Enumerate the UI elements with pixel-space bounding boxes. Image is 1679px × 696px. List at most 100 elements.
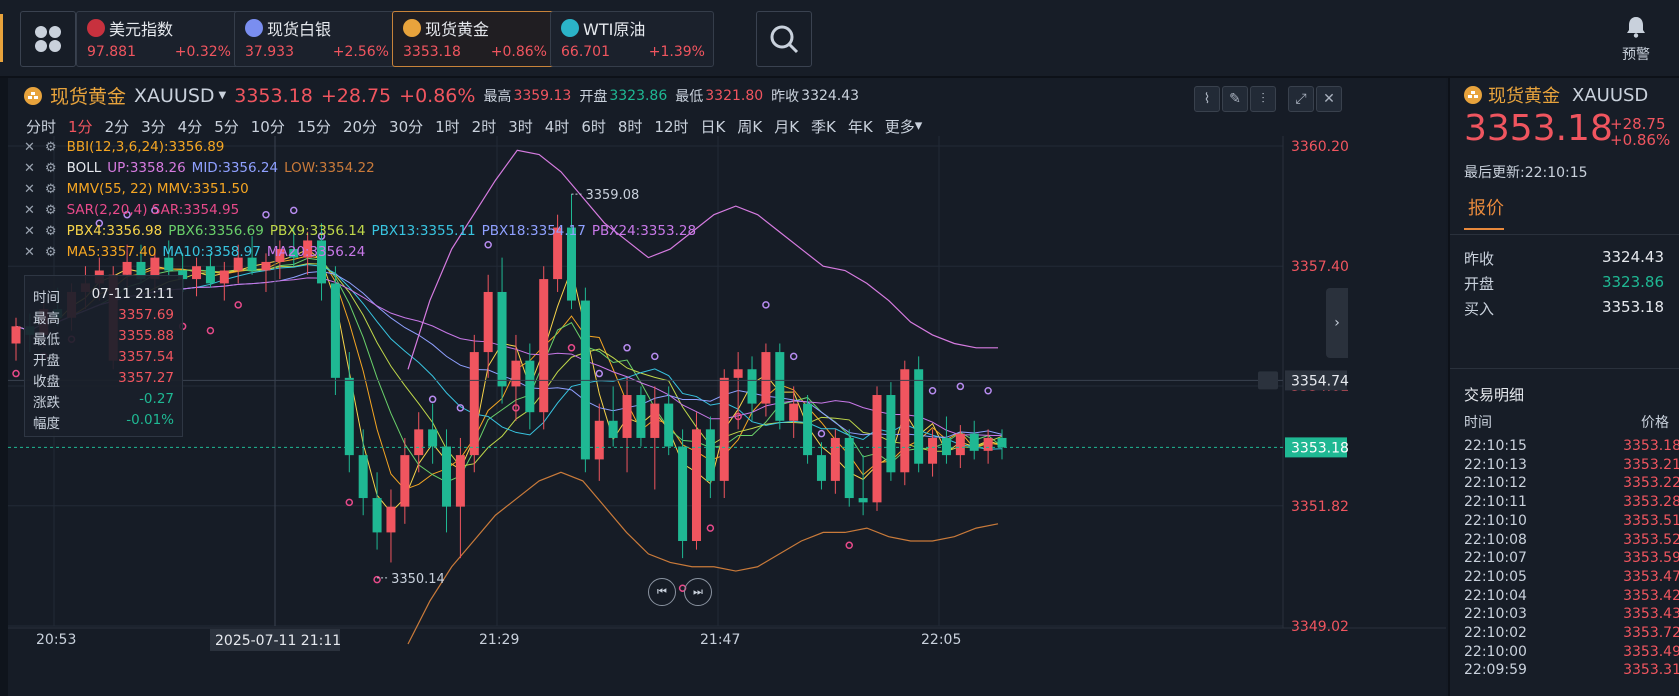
gear-icon[interactable]: ⚙ <box>45 140 57 155</box>
period-18[interactable]: 周K <box>737 116 762 137</box>
gear-icon[interactable]: ⚙ <box>45 224 57 239</box>
period-bar: 分时 1分 2分 3分 4分 5分 10分 15分 20分 30分 1时 2时 3时 4时 6时 8时 12时日… <box>26 116 934 137</box>
draw-tool-button[interactable]: ✎ <box>1222 86 1248 112</box>
period-22[interactable]: 更多 <box>885 116 915 137</box>
candle-body <box>344 377 354 456</box>
candle-body <box>733 369 743 378</box>
grid-menu-button[interactable] <box>20 11 76 67</box>
low-label: 最低 <box>675 88 704 105</box>
candle-body <box>469 352 479 456</box>
candlestick-chart[interactable]: 3360.203357.403354.613351.823349.023354.… <box>8 136 1446 696</box>
trade-price: 3353.47 <box>1623 568 1679 585</box>
grid-icon <box>35 26 61 52</box>
trade-price: 3353.22 <box>1623 475 1679 492</box>
indicator-value: SAR(2,20,4) SAR:3354.95 <box>66 202 240 218</box>
trade-price: 3353.21 <box>1623 456 1679 473</box>
period-15[interactable]: 8时 <box>618 116 643 137</box>
x-tick-label: 21:29 <box>479 632 519 648</box>
quote-title: 现货黄金 XAUUSD <box>1464 82 1648 108</box>
y-tick-label: 3351.82 <box>1291 499 1349 515</box>
tooltip-row: 时间 07-11 21:11 <box>33 286 174 306</box>
chevron-down-icon[interactable]: ▾ <box>915 116 923 137</box>
ticker-1[interactable]: 美元指数 97.881 +0.32% <box>76 11 240 67</box>
bell-icon <box>1627 17 1645 38</box>
gear-icon[interactable]: ⚙ <box>45 182 57 197</box>
next-button[interactable]: ⏭ <box>684 578 712 606</box>
period-3[interactable]: 3分 <box>141 116 166 137</box>
ticker-4[interactable]: WTI原油 66.701 +1.39% <box>550 11 714 67</box>
close-chart-button[interactable]: ✕ <box>1316 86 1342 112</box>
period-14[interactable]: 6时 <box>581 116 606 137</box>
close-icon[interactable]: ✕ <box>24 182 35 197</box>
indicator-row: ✕ ⚙ BBI(12,3,6,24):3356.89 <box>24 139 230 155</box>
close-icon[interactable]: ✕ <box>24 161 35 176</box>
quote-price: 3353.18 <box>1464 108 1613 149</box>
ticker-price: 37.933 <box>245 44 294 60</box>
tooltip-value: -0.27 <box>139 391 174 407</box>
period-16[interactable]: 12时 <box>654 116 688 137</box>
gear-icon[interactable]: ⚙ <box>45 203 57 218</box>
period-1[interactable]: 1分 <box>68 116 93 137</box>
candle-body <box>983 437 993 451</box>
trade-price: 3353.49 <box>1623 643 1679 660</box>
expand-button[interactable]: ⤢ <box>1288 86 1314 112</box>
search-button[interactable] <box>756 11 812 67</box>
period-0[interactable]: 分时 <box>26 116 56 137</box>
chart-instrument-symbol[interactable]: XAUUSD <box>134 85 215 107</box>
trades-header: 时间 价格 <box>1464 412 1679 432</box>
trade-row: 22:09:59 3353.31 <box>1464 662 1679 678</box>
close-icon[interactable]: ✕ <box>24 224 35 239</box>
ticker-2[interactable]: 现货白银 37.933 +2.56% <box>234 11 398 67</box>
tooltip-key: 时间 <box>33 290 60 306</box>
trade-row: 22:10:00 3353.49 <box>1464 644 1679 660</box>
candle-body <box>455 455 465 507</box>
period-8[interactable]: 20分 <box>343 116 377 137</box>
tooltip-row: 最低 3355.88 <box>33 328 174 348</box>
previous-button[interactable]: ⏮ <box>648 578 676 606</box>
period-12[interactable]: 3时 <box>508 116 533 137</box>
indicator-value: MA10:3358.97 <box>162 244 261 260</box>
period-21[interactable]: 年K <box>848 116 873 137</box>
tooltip-key: 幅度 <box>33 416 60 432</box>
gear-icon[interactable]: ⚙ <box>45 245 57 260</box>
alarm-button[interactable]: 预警 <box>1616 16 1656 64</box>
period-5[interactable]: 5分 <box>214 116 239 137</box>
period-9[interactable]: 30分 <box>389 116 423 137</box>
candle-tool-button[interactable]: ⫶ <box>1250 86 1276 112</box>
trade-row: 22:10:05 3353.47 <box>1464 569 1679 585</box>
trade-price: 3353.59 <box>1623 550 1679 567</box>
period-13[interactable]: 4时 <box>545 116 570 137</box>
collapse-panel-button[interactable]: › <box>1326 288 1348 358</box>
period-20[interactable]: 季K <box>811 116 836 137</box>
period-17[interactable]: 日K <box>701 116 726 137</box>
trade-price: 3353.51 <box>1623 512 1679 529</box>
period-4[interactable]: 4分 <box>178 116 203 137</box>
indicator-value: PBX24:3353.28 <box>591 223 697 239</box>
trade-row: 22:10:10 3353.51 <box>1464 513 1679 529</box>
gear-icon[interactable]: ⚙ <box>45 161 57 176</box>
gold-icon <box>403 19 421 37</box>
low-value: 3321.80 <box>705 87 764 104</box>
period-19[interactable]: 月K <box>774 116 799 137</box>
candlestick-icon: ⫶ <box>1261 91 1265 107</box>
trade-time: 22:10:02 <box>1464 625 1527 641</box>
trade-time: 22:10:04 <box>1464 587 1527 604</box>
close-icon[interactable]: ✕ <box>24 245 35 260</box>
x-tick-label: 20:53 <box>36 632 76 648</box>
period-7[interactable]: 15分 <box>297 116 331 137</box>
trade-row: 22:10:08 3353.52 <box>1464 532 1679 548</box>
close-icon[interactable]: ✕ <box>24 203 35 218</box>
period-11[interactable]: 2时 <box>472 116 497 137</box>
chevron-down-icon[interactable]: ▼ <box>219 90 227 101</box>
candle-body <box>747 369 757 404</box>
close-icon[interactable]: ✕ <box>24 140 35 155</box>
skip-back-icon: ⏮ <box>657 585 667 598</box>
line-tool-button[interactable]: ⌇ <box>1194 86 1220 112</box>
period-2[interactable]: 2分 <box>105 116 130 137</box>
period-10[interactable]: 1时 <box>435 116 460 137</box>
ticker-3[interactable]: 现货黄金 3353.18 +0.86% <box>392 11 556 67</box>
col-price: 价格 <box>1641 415 1669 431</box>
tooltip-row: 开盘 3357.54 <box>33 349 174 369</box>
period-6[interactable]: 10分 <box>251 116 285 137</box>
tab-quote[interactable]: 报价 <box>1468 194 1504 220</box>
